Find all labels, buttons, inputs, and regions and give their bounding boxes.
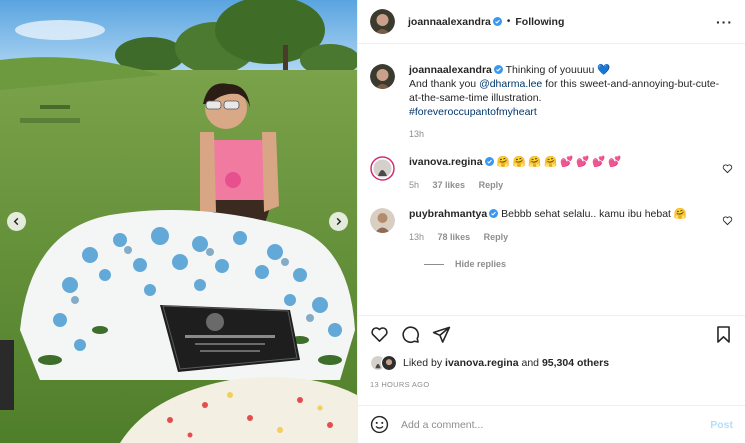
liked-by-prefix: Liked by [403, 357, 443, 369]
post-timestamp[interactable]: 13 HOURS AGO [370, 380, 733, 389]
verified-badge-icon [492, 17, 502, 26]
reply-button[interactable]: Reply [479, 180, 504, 190]
verified-badge-icon [489, 209, 499, 218]
caption-line1: Thinking of youuuu [505, 64, 595, 76]
emoji-icon[interactable] [370, 415, 389, 434]
hide-replies-label: Hide replies [455, 259, 507, 269]
carousel-next-button[interactable] [329, 212, 348, 231]
share-icon[interactable] [432, 325, 451, 344]
comment-composer: Post [358, 405, 745, 443]
comment-like-heart-icon[interactable] [722, 163, 733, 174]
post-actions: Liked by ivanova.regina and 95,304 other… [358, 315, 745, 419]
verified-badge-icon [493, 65, 503, 74]
heart-icon[interactable] [370, 325, 389, 344]
blue-heart-emoji: 💙 [597, 64, 611, 76]
comment-icon[interactable] [401, 325, 420, 344]
separator-dot: • [506, 16, 511, 27]
mention-link[interactable]: @dharma.lee [479, 78, 542, 90]
chevron-left-icon [13, 217, 19, 226]
comment-author[interactable]: puybrahmantya [409, 208, 487, 220]
comment-item: ivanova.regina 🤗 🤗 🤗 🤗 💕 💕 💕 💕 5h 37 lik… [370, 155, 733, 192]
liker-avatars [370, 355, 397, 371]
replies-divider-line [424, 263, 444, 265]
caption: joannaalexandra Thinking of youuuu 💙 And… [370, 63, 733, 141]
comment-text: 🤗 🤗 🤗 🤗 💕 💕 💕 💕 [496, 156, 622, 168]
likes-summary: Liked by ivanova.regina and 95,304 other… [370, 353, 733, 373]
liked-by-joiner: and [521, 357, 540, 369]
more-horizontal-icon[interactable]: ··· [716, 15, 733, 29]
comment-likes[interactable]: 37 likes [433, 180, 466, 190]
commenter-avatar[interactable] [370, 156, 395, 181]
caption-time[interactable]: 13h [409, 129, 424, 139]
author-avatar[interactable] [370, 9, 395, 34]
reply-button[interactable]: Reply [484, 232, 509, 242]
post-comment-button[interactable]: Post [710, 419, 733, 431]
comment-input[interactable] [401, 418, 711, 431]
hide-replies-button[interactable]: Hide replies [424, 259, 733, 269]
comment-text: Bebbb sehat selalu.. kamu ibu hebat 🤗 [501, 208, 687, 220]
post-sidebar: joannaalexandra • Following ··· joannaal… [357, 0, 745, 443]
comment-time[interactable]: 13h [409, 232, 424, 242]
caption-thanks-prefix: And thank you [409, 78, 477, 90]
carousel-prev-button[interactable] [7, 212, 26, 231]
caption-author-avatar[interactable] [370, 64, 395, 89]
post-image [0, 0, 357, 443]
liker-avatar [381, 355, 397, 371]
post-header: joannaalexandra • Following ··· [358, 0, 745, 44]
action-icons-row [370, 316, 733, 353]
comment-time[interactable]: 5h [409, 180, 419, 190]
bookmark-icon[interactable] [714, 325, 733, 344]
following-button[interactable]: Following [515, 16, 564, 28]
comment-author[interactable]: ivanova.regina [409, 156, 483, 168]
hashtag-link[interactable]: #foreveroccupantofmyheart [409, 106, 537, 118]
chevron-right-icon [336, 217, 342, 226]
author-username[interactable]: joannaalexandra [408, 16, 491, 28]
verified-badge-icon [484, 157, 494, 166]
comments-list[interactable]: joannaalexandra Thinking of youuuu 💙 And… [358, 45, 745, 315]
comment-likes[interactable]: 78 likes [438, 232, 471, 242]
comment-item: puybrahmantya Bebbb sehat selalu.. kamu … [370, 207, 733, 244]
liked-by-user[interactable]: ivanova.regina [445, 357, 519, 369]
commenter-avatar[interactable] [370, 208, 395, 233]
comment-like-heart-icon[interactable] [722, 215, 733, 226]
likes-count[interactable]: 95,304 others [542, 357, 609, 369]
caption-author[interactable]: joannaalexandra [409, 64, 492, 76]
post-photo[interactable] [0, 0, 357, 443]
